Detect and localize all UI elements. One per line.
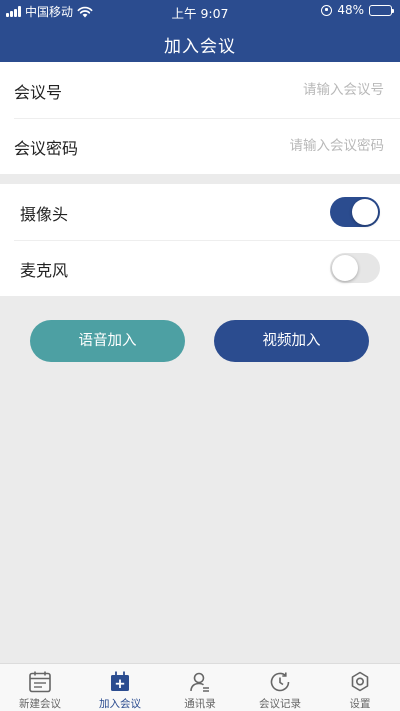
meeting-password-input[interactable] xyxy=(164,132,384,160)
meeting-id-label: 会议号 xyxy=(14,83,63,102)
tab-label: 通讯录 xyxy=(184,698,216,710)
microphone-toggle[interactable] xyxy=(330,253,380,283)
status-bar: 中国移动 上午 9:07 48% xyxy=(0,0,400,22)
tab-label: 会议记录 xyxy=(259,698,301,710)
settings-gear-icon xyxy=(351,671,369,692)
page-title: 加入会议 xyxy=(164,37,236,57)
meeting-password-label: 会议密码 xyxy=(14,139,79,158)
video-join-button[interactable]: 视频加入 xyxy=(214,320,369,362)
battery-percent: 48% xyxy=(337,3,364,17)
toggle-knob xyxy=(352,199,378,225)
microphone-label: 麦克风 xyxy=(20,261,69,280)
microphone-row: 麦克风 xyxy=(0,240,400,296)
tab-settings[interactable]: 设置 xyxy=(320,664,400,711)
camera-label: 摄像头 xyxy=(20,205,69,224)
join-meeting-icon xyxy=(111,671,129,691)
camera-row: 摄像头 xyxy=(0,184,400,241)
app-header: 中国移动 上午 9:07 48% 加入会议 xyxy=(0,0,400,62)
tab-join-meeting[interactable]: 加入会议 xyxy=(80,664,160,711)
meeting-password-row: 会议密码 xyxy=(0,118,400,174)
tab-contacts[interactable]: 通讯录 xyxy=(160,664,240,711)
meeting-id-input[interactable] xyxy=(164,76,384,104)
bottom-tab-bar: 新建会议 加入会议 通讯录 会议记录 设置 xyxy=(0,663,400,711)
calendar-icon xyxy=(29,671,51,693)
contacts-icon xyxy=(190,672,209,692)
status-right: 48% xyxy=(321,3,394,17)
tab-label: 加入会议 xyxy=(99,698,141,710)
tab-label: 设置 xyxy=(349,698,371,710)
voice-join-button[interactable]: 语音加入 xyxy=(30,320,185,362)
meeting-form: 会议号 会议密码 xyxy=(0,62,400,174)
meeting-id-row: 会议号 xyxy=(0,62,400,119)
history-icon xyxy=(270,672,290,692)
tab-history[interactable]: 会议记录 xyxy=(240,664,320,711)
tab-new-meeting[interactable]: 新建会议 xyxy=(0,664,80,711)
camera-toggle[interactable] xyxy=(330,197,380,227)
tab-label: 新建会议 xyxy=(19,698,61,710)
media-options: 摄像头 麦克风 xyxy=(0,184,400,296)
toggle-knob xyxy=(332,255,358,281)
battery-icon xyxy=(369,4,394,16)
rotation-lock-icon xyxy=(321,4,333,16)
